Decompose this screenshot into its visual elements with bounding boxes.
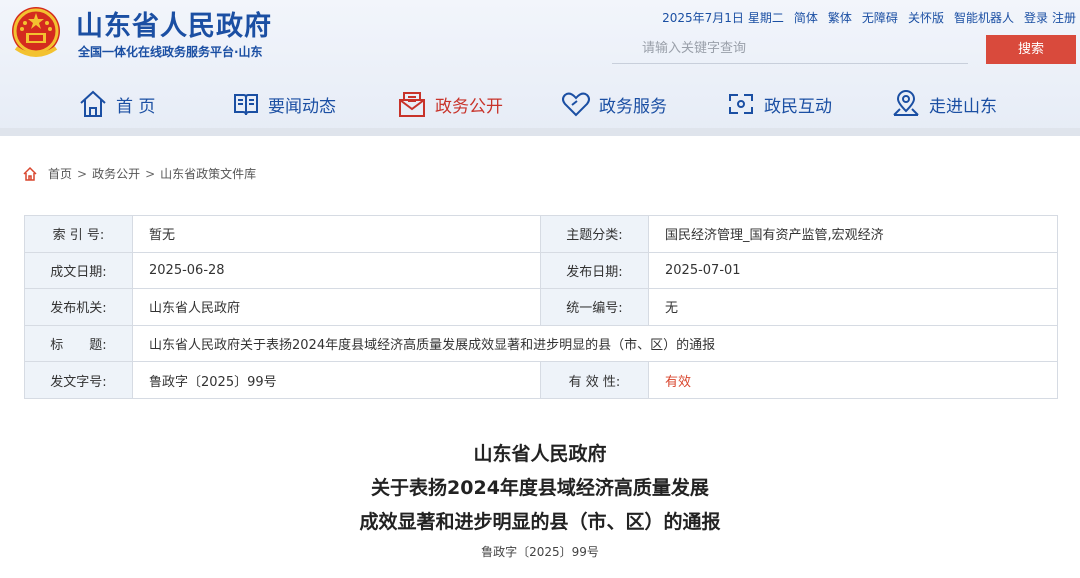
issuer-label: 发布机关: — [24, 288, 133, 326]
nav-item-news[interactable]: 要闻动态 — [232, 84, 336, 124]
document-heading: 山东省人民政府 关于表扬2024年度县域经济高质量发展 成效显著和进步明显的县（… — [0, 437, 1080, 560]
current-date: 2025年7月1日 — [662, 11, 744, 25]
serial-value: 无 — [648, 288, 1058, 326]
breadcrumb-home-link[interactable]: 首页 — [48, 165, 72, 182]
nav-item-label: 政务公开 — [435, 96, 503, 117]
document-title-line: 成效显著和进步明显的县（市、区）的通报 — [359, 511, 721, 533]
table-row: 发文字号: 鲁政字〔2025〕99号 有 效 性: 有效 — [24, 361, 1058, 399]
validity-label: 有 效 性: — [540, 361, 649, 399]
topic-value: 国民经济管理_国有资产监管,宏观经济 — [648, 215, 1058, 253]
login-link[interactable]: 登录 — [1024, 9, 1048, 26]
serial-label: 统一编号: — [540, 288, 649, 326]
published-date-value: 2025-07-01 — [648, 251, 1058, 290]
home-icon — [23, 166, 37, 181]
doc-number-label: 发文字号: — [24, 361, 133, 399]
newspaper-icon — [234, 94, 258, 116]
site-title[interactable]: 山东省人民政府 — [76, 4, 272, 43]
doc-number-value: 鲁政字〔2025〕99号 — [132, 361, 541, 399]
elderly-care-link[interactable]: 关怀版 — [908, 9, 944, 26]
breadcrumb-separator: > — [145, 166, 156, 181]
map-pin-icon — [893, 90, 919, 116]
table-row: 索 引 号: 暂无 主题分类: 国民经济管理_国有资产监管,宏观经济 — [24, 215, 1058, 253]
site-subtitle: 全国一体化在线政务服务平台·山东 — [78, 45, 263, 59]
table-row: 标 题: 山东省人民政府关于表扬2024年度县域经济高质量发展成效显著和进步明显… — [24, 324, 1058, 363]
site-header: 山东省人民政府 全国一体化在线政务服务平台·山东 2025年7月1日 星期二 简… — [0, 0, 1080, 136]
search-button[interactable]: 搜索 — [986, 35, 1076, 64]
breadcrumb-government-affairs-link[interactable]: 政务公开 — [92, 165, 140, 182]
index-value: 暂无 — [132, 215, 541, 253]
nav-item-label: 首 页 — [116, 96, 156, 117]
heart-icon — [562, 92, 590, 117]
nav-item-label: 政民互动 — [764, 96, 832, 117]
table-row: 发布机关: 山东省人民政府 统一编号: 无 — [24, 288, 1058, 326]
nav-item-services[interactable]: 政务服务 — [561, 84, 667, 124]
nav-item-label: 政务服务 — [599, 96, 667, 117]
main-nav: 首 页 要闻动态 政务公开 政务服务 政民互动 走进山东 — [0, 84, 1080, 124]
register-link[interactable]: 注册 — [1052, 9, 1076, 26]
topic-label: 主题分类: — [540, 215, 649, 253]
nav-item-home[interactable]: 首 页 — [78, 84, 155, 124]
written-date-label: 成文日期: — [24, 251, 133, 290]
document-info-table: 索 引 号: 暂无 主题分类: 国民经济管理_国有资产监管,宏观经济 成文日期:… — [24, 215, 1058, 399]
home-icon — [80, 90, 106, 117]
nav-item-government-affairs[interactable]: 政务公开 — [397, 84, 503, 124]
written-date-value: 2025-06-28 — [132, 251, 541, 290]
national-emblem-icon[interactable] — [8, 4, 64, 62]
index-label: 索 引 号: — [24, 215, 133, 253]
search-input[interactable] — [612, 34, 968, 63]
title-label: 标 题: — [24, 324, 133, 363]
smart-robot-link[interactable]: 智能机器人 — [954, 9, 1014, 26]
accessibility-link[interactable]: 无障碍 — [862, 9, 898, 26]
current-weekday: 星期二 — [747, 11, 784, 25]
document-title-line: 关于表扬2024年度县域经济高质量发展 — [371, 477, 709, 499]
simplified-chinese-link[interactable]: 简体 — [794, 9, 818, 26]
breadcrumb: 首页 > 政务公开 > 山东省政策文件库 — [22, 165, 256, 182]
nav-item-interaction[interactable]: 政民互动 — [726, 84, 832, 124]
validity-value: 有效 — [648, 361, 1058, 399]
search-box — [612, 34, 968, 64]
nav-item-label: 走进山东 — [929, 96, 997, 117]
title-value: 山东省人民政府关于表扬2024年度县域经济高质量发展成效显著和进步明显的县（市、… — [132, 324, 1058, 363]
table-row: 成文日期: 2025-06-28 发布日期: 2025-07-01 — [24, 251, 1058, 290]
document-number: 鲁政字〔2025〕99号 — [481, 545, 599, 559]
issuer-value: 山东省人民政府 — [132, 288, 541, 326]
envelope-icon — [399, 92, 425, 117]
interaction-icon — [729, 94, 753, 114]
header-divider — [0, 128, 1080, 136]
document-title-line: 山东省人民政府 — [473, 443, 607, 465]
traditional-chinese-link[interactable]: 繁体 — [828, 9, 852, 26]
nav-item-label: 要闻动态 — [268, 96, 336, 117]
published-date-label: 发布日期: — [540, 251, 649, 290]
breadcrumb-separator: > — [77, 166, 88, 181]
nav-item-shandong[interactable]: 走进山东 — [891, 84, 997, 124]
top-links: 2025年7月1日 星期二 简体 繁体 无障碍 关怀版 智能机器人 登录 注册 — [662, 9, 1076, 26]
breadcrumb-policy-library-link[interactable]: 山东省政策文件库 — [160, 165, 256, 182]
